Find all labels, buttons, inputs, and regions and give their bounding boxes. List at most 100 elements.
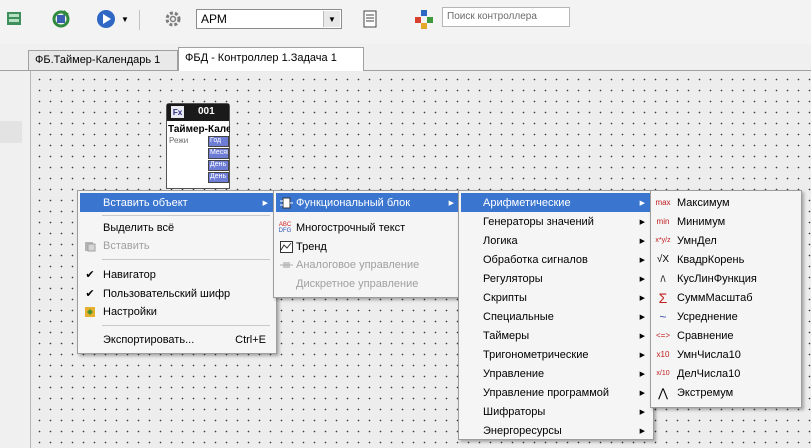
block-input-label: Режи: [169, 136, 189, 145]
chevron-down-icon[interactable]: ▼: [118, 6, 132, 32]
toolbar: ▼ АРМ ▼ Поиск контроллера: [0, 0, 811, 44]
panel-marker: [0, 121, 22, 143]
sqrt-icon: √X: [656, 254, 670, 265]
menu-item-multiline-text[interactable]: ABC DFG Многострочный текст: [276, 218, 460, 237]
menu-item-label: Вставить объект: [103, 196, 188, 209]
menu-item-category[interactable]: Арифметические ▶: [461, 193, 651, 212]
submenu-arrow-icon: ▶: [639, 370, 645, 378]
tab-fbd-controller[interactable]: ФБД - Контроллер 1.Задача 1: [178, 47, 364, 71]
menu-item-sum-scale[interactable]: Σ СуммМасштаб: [653, 288, 799, 307]
menu-item-paste: Вставить: [80, 236, 274, 255]
piecewise-icon: /\: [660, 273, 666, 284]
menu-item-sqrt[interactable]: √X КвадрКорень: [653, 250, 799, 269]
menu-item-category[interactable]: Шифраторы ▶: [461, 402, 651, 421]
menu-item-label: Арифметические: [483, 196, 571, 209]
menu-item-analog-control: Аналоговое управление: [276, 255, 460, 274]
menu-item-category[interactable]: Генераторы значений ▶: [461, 212, 651, 231]
controller-search-input[interactable]: Поиск контроллера: [442, 7, 570, 27]
compare-icon: <=>: [655, 331, 670, 340]
menu-item-max[interactable]: max Максимум: [653, 193, 799, 212]
menu-item-user-cipher[interactable]: ✔ Пользовательский шифр: [80, 284, 274, 303]
toolbar-divider: [139, 10, 140, 30]
menu-item-label: Таймеры: [483, 329, 530, 342]
submenu-arrow-icon: ▶: [639, 427, 645, 435]
submenu-arrow-icon: ▶: [448, 199, 454, 207]
network-icon[interactable]: [411, 6, 437, 32]
menu-item-category[interactable]: Регуляторы ▶: [461, 269, 651, 288]
menu-item-min[interactable]: min Минимум: [653, 212, 799, 231]
menu-item-settings[interactable]: Настройки: [80, 302, 274, 321]
block-pin[interactable]: День: [208, 160, 229, 171]
menu-item-category[interactable]: Энергоресурсы ▶: [461, 421, 651, 440]
play-icon[interactable]: [93, 6, 119, 32]
menu-item-navigator[interactable]: ✔ Навигатор: [80, 265, 274, 284]
menu-item-label: КвадрКорень: [677, 253, 745, 266]
document-icon[interactable]: [357, 6, 383, 32]
menu-item-label: Генераторы значений: [483, 215, 594, 228]
div10-icon: x/10: [656, 370, 670, 377]
mul-div-icon: x*y/z: [655, 237, 671, 244]
shortcut-label: Ctrl+E: [235, 333, 266, 346]
menu-item-label: Управление программой: [483, 386, 610, 399]
sigma-icon: Σ: [658, 289, 668, 306]
menu-item-export[interactable]: Экспортировать... Ctrl+E: [80, 330, 274, 349]
menu-item-label: Энергоресурсы: [483, 424, 562, 437]
submenu-arrow-icon: ▶: [639, 237, 645, 245]
block-header: Fx 001: [167, 104, 229, 121]
block-pin[interactable]: День: [208, 172, 229, 183]
menu-item-trend[interactable]: Тренд: [276, 237, 460, 256]
categories-submenu: Арифметические ▶ Генераторы значений ▶ Ло…: [458, 190, 654, 440]
gear-icon[interactable]: [160, 6, 186, 32]
menu-item-category[interactable]: Скрипты ▶: [461, 288, 651, 307]
menu-item-category[interactable]: Логика ▶: [461, 231, 651, 250]
menu-item-category[interactable]: Обработка сигналов ▶: [461, 250, 651, 269]
menu-item-averaging[interactable]: ~ Усреднение: [653, 307, 799, 326]
database-icon[interactable]: [2, 6, 28, 32]
menu-item-category[interactable]: Управление программой ▶: [461, 383, 651, 402]
menu-item-label: Дискретное управление: [296, 277, 419, 290]
block-pin[interactable]: Месяц: [208, 148, 229, 159]
mode-select[interactable]: АРМ ▼: [196, 9, 342, 29]
tab-bar: ФБ.Таймер-Календарь 1 ФБД - Контроллер 1…: [0, 44, 811, 71]
menu-item-label: КусЛинФункция: [677, 272, 757, 285]
menu-item-function-block[interactable]: Функциональный блок ▶: [276, 193, 460, 212]
refresh-icon[interactable]: [48, 6, 74, 32]
menu-item-piecewise[interactable]: /\ КусЛинФункция: [653, 269, 799, 288]
insert-object-submenu: Функциональный блок ▶ ABC DFG Многострочн…: [273, 190, 463, 298]
menu-item-select-all[interactable]: Выделить всё: [80, 218, 274, 237]
menu-item-insert-object[interactable]: Вставить объект ▶: [80, 193, 274, 212]
mul10-icon: x10: [656, 350, 670, 359]
menu-item-category[interactable]: Управление ▶: [461, 364, 651, 383]
chevron-down-icon[interactable]: ▼: [323, 11, 340, 27]
menu-item-mul-div[interactable]: x*y/z УмнДел: [653, 231, 799, 250]
menu-item-category[interactable]: Специальные ▶: [461, 307, 651, 326]
menu-item-label: Функциональный блок: [296, 196, 411, 209]
tab-timer-calendar[interactable]: ФБ.Таймер-Календарь 1: [28, 50, 178, 70]
menu-item-label: Многострочный текст: [296, 221, 406, 234]
menu-item-label: Максимум: [677, 196, 730, 209]
menu-item-category[interactable]: Тригонометрические ▶: [461, 345, 651, 364]
menu-item-label: Аналоговое управление: [296, 258, 420, 271]
menu-item-compare[interactable]: <=> Сравнение: [653, 326, 799, 345]
trend-icon: [279, 240, 293, 254]
submenu-arrow-icon: ▶: [639, 256, 645, 264]
block-number: 001: [198, 106, 215, 117]
menu-item-div10[interactable]: x/10 ДелЧисла10: [653, 364, 799, 383]
menu-item-label: Настройки: [103, 305, 157, 318]
menu-item-extremum[interactable]: ⋀ Экстремум: [653, 383, 799, 402]
function-block-timer[interactable]: Fx 001 Таймер-Календарь Режи Год Месяц Д…: [166, 103, 230, 189]
menu-item-mul10[interactable]: x10 УмнЧисла10: [653, 345, 799, 364]
menu-item-category[interactable]: Таймеры ▶: [461, 326, 651, 345]
context-menu: Вставить объект ▶ Выделить всё Вставить …: [77, 190, 277, 354]
menu-item-label: Минимум: [677, 215, 726, 228]
function-icon: Fx: [171, 106, 184, 118]
min-icon: min: [656, 217, 670, 226]
block-pin[interactable]: Год: [208, 136, 229, 147]
submenu-arrow-icon: ▶: [639, 389, 645, 397]
mode-select-value: АРМ: [201, 12, 227, 26]
menu-item-label: Пользовательский шифр: [103, 287, 231, 300]
submenu-arrow-icon: ▶: [639, 408, 645, 416]
submenu-arrow-icon: ▶: [639, 294, 645, 302]
menu-item-label: Логика: [483, 234, 518, 247]
menu-item-label: Сравнение: [677, 329, 734, 342]
